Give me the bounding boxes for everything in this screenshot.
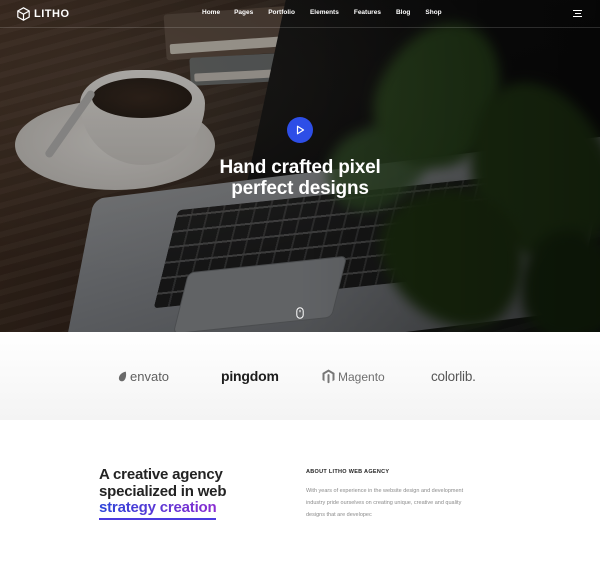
client-logo-pingdom[interactable]: pingdom	[221, 368, 279, 384]
client-logo-text: envato	[130, 369, 170, 384]
site-logo[interactable]: LITHO	[17, 7, 70, 21]
hero-headline: Hand crafted pixel perfect designs	[150, 157, 450, 199]
nav-item-blog[interactable]: Blog	[396, 9, 410, 16]
about-heading-highlight: strategy creation	[99, 499, 217, 520]
hero-headline-line: perfect designs	[231, 178, 369, 199]
mouse-icon[interactable]	[296, 307, 304, 319]
about-heading-line: A creative agency	[99, 466, 223, 483]
logo-text: LITHO	[34, 8, 70, 20]
about-label: ABOUT LITHO WEB AGENCY	[306, 469, 390, 475]
nav-item-shop[interactable]: Shop	[425, 9, 441, 16]
about-text: With years of experience in the website …	[306, 488, 464, 518]
video-play-button[interactable]	[287, 117, 313, 143]
hexagon-cube-icon	[17, 7, 30, 21]
client-logo-magento[interactable]: Magento	[322, 369, 385, 384]
play-icon	[296, 125, 305, 135]
nav-item-pages[interactable]: Pages	[234, 9, 253, 16]
nav-item-portfolio[interactable]: Portfolio	[268, 9, 295, 16]
main-nav: Home Pages Portfolio Elements Features B…	[202, 9, 457, 16]
client-logo-envato[interactable]: envato	[118, 369, 169, 384]
hamburger-line	[573, 16, 582, 17]
client-logos-section: envato pingdom Magento colorlib.	[0, 332, 600, 420]
about-heading: A creative agency specialized in web str…	[99, 466, 269, 520]
client-logo-text: pingdom	[221, 368, 279, 384]
nav-item-elements[interactable]: Elements	[310, 9, 339, 16]
hero-headline-line: Hand crafted pixel	[219, 157, 381, 178]
hamburger-icon[interactable]	[573, 10, 582, 18]
nav-item-home[interactable]: Home	[202, 9, 220, 16]
site-header: LITHO Home Pages Portfolio Elements Feat…	[0, 0, 600, 28]
hamburger-line	[574, 13, 581, 14]
client-logo-colorlib[interactable]: colorlib.	[431, 369, 476, 384]
about-heading-line: specialized in web	[99, 482, 227, 500]
hamburger-line	[573, 10, 582, 11]
client-logo-text: colorlib.	[431, 369, 476, 384]
envato-leaf-icon	[118, 371, 127, 382]
hero-section: LITHO Home Pages Portfolio Elements Feat…	[0, 0, 600, 332]
nav-item-features[interactable]: Features	[354, 9, 381, 16]
magento-icon	[322, 369, 335, 384]
client-logo-text: Magento	[338, 369, 385, 384]
